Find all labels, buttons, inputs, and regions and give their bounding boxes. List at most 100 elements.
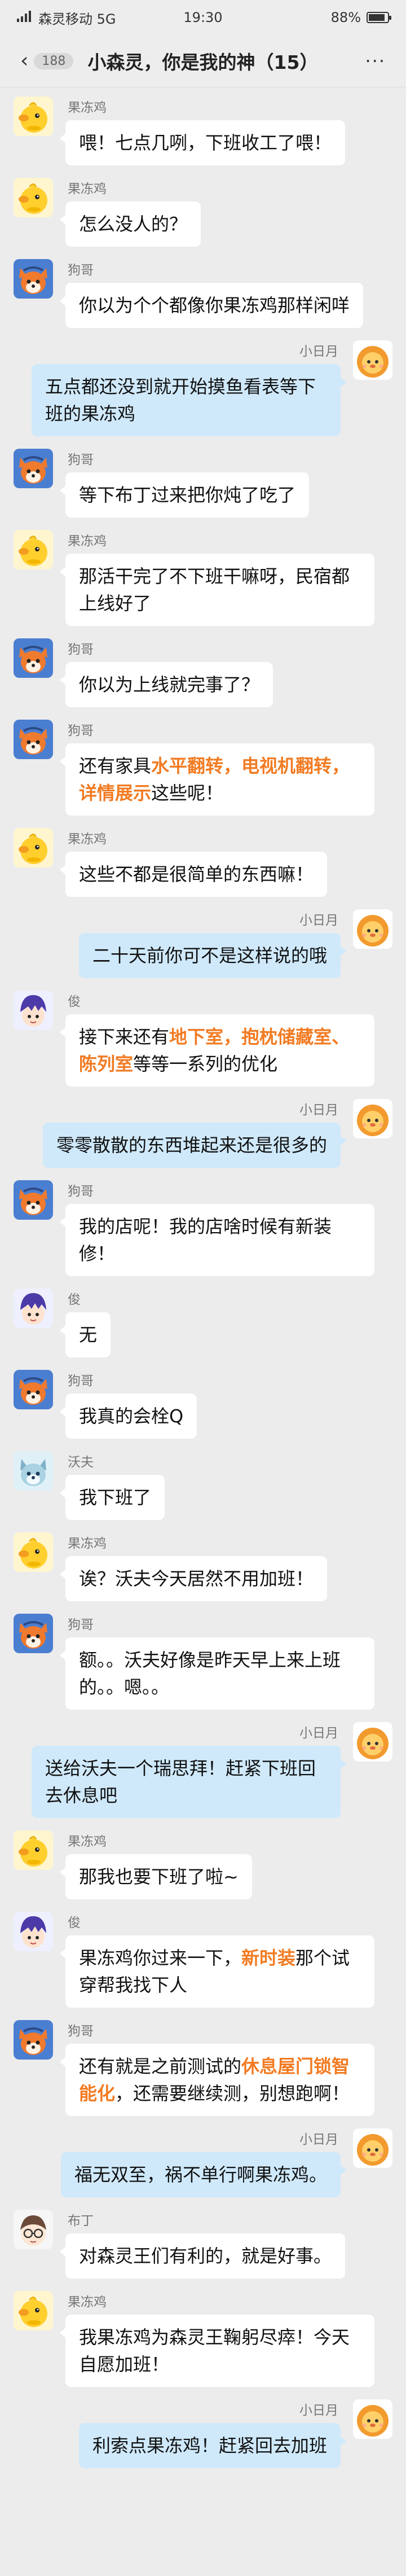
message-body: 果冻鸡怎么没人的？ bbox=[59, 178, 201, 247]
message-body: 沃夫我下班了 bbox=[59, 1451, 165, 1520]
purple-hair-avatar-icon[interactable] bbox=[14, 1912, 53, 1951]
message-row: 俊无 bbox=[0, 1289, 406, 1357]
message-bubble[interactable]: 这些不都是很简单的东西嘛！ bbox=[59, 852, 328, 897]
message-text: 我真的会栓Q bbox=[79, 1405, 184, 1427]
sender-name: 小日月 bbox=[299, 1103, 338, 1118]
sender-name: 狗哥 bbox=[68, 642, 94, 657]
fox-avatar-icon[interactable] bbox=[14, 1180, 53, 1220]
lion-cub-avatar-icon[interactable] bbox=[353, 2128, 392, 2168]
message-text: 怎么没人的？ bbox=[79, 213, 188, 235]
message-text: 福无双至，祸不单行啊果冻鸡。 bbox=[74, 2164, 327, 2185]
message-text: 那我也要下班了啦~ bbox=[79, 1866, 239, 1887]
message-bubble[interactable]: 无 bbox=[59, 1312, 111, 1357]
message-body: 小日月 五点都还没到就开始摸鱼看表等下班的果冻鸡 bbox=[32, 340, 346, 436]
message-bubble[interactable]: 喂！七点几咧，下班收工了喂！ bbox=[59, 120, 346, 165]
message-body: 果冻鸡 那我也要下班了啦~ bbox=[60, 1830, 252, 1899]
message-bubble[interactable]: 我的店呢！我的店啥时候有新装修！ bbox=[60, 1204, 374, 1276]
message-row: 果冻鸡喂！七点几咧，下班收工了喂！ bbox=[0, 97, 406, 165]
message-bubble[interactable]: 五点都还没到就开始摸鱼看表等下班的果冻鸡 bbox=[32, 364, 346, 436]
lion-cub-avatar-icon[interactable] bbox=[353, 340, 392, 380]
message-bubble[interactable]: 你以为上线就完事了？ bbox=[59, 662, 273, 707]
yellow-chick-avatar-icon[interactable] bbox=[14, 1830, 53, 1870]
sender-name: 沃夫 bbox=[68, 1455, 94, 1470]
more-menu-button[interactable]: ··· bbox=[365, 50, 386, 72]
sender-name: 果冻鸡 bbox=[68, 100, 107, 115]
yellow-chick-avatar-icon[interactable] bbox=[14, 828, 53, 868]
sender-name: 果冻鸡 bbox=[68, 1536, 107, 1551]
message-bubble[interactable]: 额。。沃夫好像是昨天早上来上班的。。嗯。。 bbox=[60, 1637, 374, 1710]
sender-name: 果冻鸡 bbox=[68, 182, 107, 196]
message-body: 俊接下来还有地下室，抱枕储藏室、陈列室等等一系列的优化 bbox=[60, 991, 374, 1087]
message-body: 狗哥额。。沃夫好像是昨天早上来上班的。。嗯。。 bbox=[60, 1614, 374, 1710]
fox-avatar-icon[interactable] bbox=[14, 720, 53, 759]
sender-name: 狗哥 bbox=[68, 1618, 94, 1632]
message-bubble[interactable]: 我下班了 bbox=[59, 1475, 165, 1520]
message-row: 狗哥 还有就是之前测试的休息屋门锁智能化，还需要继续测，别想跑啊！ bbox=[0, 2020, 406, 2116]
message-bubble[interactable]: 送给沃夫一个瑞思拜！赶紧下班回去休息吧 bbox=[32, 1746, 346, 1818]
yellow-chick-avatar-icon[interactable] bbox=[14, 97, 53, 136]
yellow-chick-avatar-icon[interactable] bbox=[14, 178, 53, 217]
lion-cub-avatar-icon[interactable] bbox=[353, 1722, 392, 1762]
sender-name: 果冻鸡 bbox=[68, 832, 107, 847]
message-text: 零零散散的东西堆起来还是很多的 bbox=[56, 1134, 327, 1156]
message-bubble[interactable]: 接下来还有地下室，抱枕储藏室、陈列室等等一系列的优化 bbox=[60, 1014, 374, 1087]
yellow-chick-avatar-icon[interactable] bbox=[14, 2291, 53, 2330]
message-bubble[interactable]: 果冻鸡你过来一下，新时装那个试穿帮我找下人 bbox=[60, 1935, 374, 2008]
fox-avatar-icon[interactable] bbox=[14, 259, 53, 299]
sender-name: 果冻鸡 bbox=[68, 2295, 107, 2310]
message-row: 狗哥额。。沃夫好像是昨天早上来上班的。。嗯。。 bbox=[0, 1614, 406, 1710]
message-body: 狗哥 还有家具水平翻转，电视机翻转，详情展示这些呢！ bbox=[60, 720, 374, 816]
message-text: ，还需要继续测，别想跑啊！ bbox=[115, 2083, 350, 2104]
purple-hair-avatar-icon[interactable] bbox=[14, 1289, 53, 1328]
wolf-avatar-icon[interactable] bbox=[14, 1451, 53, 1491]
message-bubble[interactable]: 那活干完了不下班干嘛呀，民宿都上线好了 bbox=[60, 554, 374, 626]
message-bubble[interactable]: 还有就是之前测试的休息屋门锁智能化，还需要继续测，别想跑啊！ bbox=[60, 2044, 374, 2116]
message-bubble[interactable]: 等下布丁过来把你炖了吃了 bbox=[59, 472, 310, 518]
message-row: 小日月零零散散的东西堆起来还是很多的 bbox=[0, 1099, 406, 1168]
purple-hair-avatar-icon[interactable] bbox=[14, 991, 53, 1030]
glasses-avatar-icon[interactable] bbox=[14, 2210, 53, 2249]
fox-avatar-icon[interactable] bbox=[14, 1370, 53, 1409]
message-bubble[interactable]: 那我也要下班了啦~ bbox=[60, 1854, 252, 1899]
message-row: 果冻鸡 那活干完了不下班干嘛呀，民宿都上线好了 bbox=[0, 530, 406, 626]
message-body: 小日月福无双至，祸不单行啊果冻鸡。 bbox=[60, 2128, 347, 2197]
message-bubble[interactable]: 怎么没人的？ bbox=[59, 201, 201, 247]
sender-name: 俊 bbox=[68, 1916, 81, 1930]
yellow-chick-avatar-icon[interactable] bbox=[14, 530, 53, 569]
yellow-chick-avatar-icon[interactable] bbox=[14, 1532, 53, 1572]
battery-icon bbox=[367, 12, 391, 23]
chat-header: ‹ 188 小森灵，你是我的神（15） ··· bbox=[0, 35, 406, 87]
message-bubble[interactable]: 零零散散的东西堆起来还是很多的 bbox=[42, 1123, 347, 1168]
sender-name: 狗哥 bbox=[68, 453, 94, 467]
message-bubble[interactable]: 诶？沃夫今天居然不用加班！ bbox=[59, 1556, 328, 1601]
lion-cub-avatar-icon[interactable] bbox=[353, 909, 392, 949]
message-row: 小日月 二十天前你可不是这样说的哦 bbox=[0, 909, 406, 978]
message-bubble[interactable]: 我真的会栓Q bbox=[59, 1394, 197, 1439]
message-list[interactable]: 果冻鸡 喂！七点几咧，下班收工了喂！ 果冻鸡 怎么没人的？ 狗哥 你以为个个都像你果冻鸡那… bbox=[0, 87, 406, 2468]
message-bubble[interactable]: 你以为个个都像你果冻鸡那样闲咩 bbox=[59, 283, 364, 328]
fox-avatar-icon[interactable] bbox=[14, 2020, 53, 2060]
message-body: 狗哥 我真的会栓Q bbox=[59, 1370, 197, 1439]
message-text: 我果冻鸡为森灵王鞠躬尽瘁！今天自愿加班！ bbox=[79, 2327, 350, 2375]
message-text: 你以为个个都像你果冻鸡那样闲咩 bbox=[79, 295, 350, 316]
message-text: 接下来还有 bbox=[79, 1026, 170, 1048]
message-bubble[interactable]: 还有家具水平翻转，电视机翻转，详情展示这些呢！ bbox=[60, 743, 374, 816]
fox-avatar-icon[interactable] bbox=[14, 449, 53, 488]
battery-percent: 88% bbox=[330, 10, 361, 25]
lion-cub-avatar-icon[interactable] bbox=[353, 1099, 392, 1138]
message-bubble[interactable]: 二十天前你可不是这样说的哦 bbox=[78, 933, 347, 978]
sender-name: 俊 bbox=[68, 1293, 81, 1307]
lion-cub-avatar-icon[interactable] bbox=[353, 2399, 392, 2439]
message-bubble[interactable]: 我果冻鸡为森灵王鞠躬尽瘁！今天自愿加班！ bbox=[60, 2315, 374, 2387]
message-row: 小日月 送给沃夫一个瑞思拜！赶紧下班回去休息吧 bbox=[0, 1722, 406, 1818]
message-bubble[interactable]: 对森灵王们有利的，就是好事。 bbox=[59, 2233, 346, 2279]
message-row: 小日月 利索点果冻鸡！赶紧回去加班 bbox=[0, 2399, 406, 2468]
sender-name: 小日月 bbox=[299, 2132, 338, 2147]
message-bubble[interactable]: 利索点果冻鸡！赶紧回去加班 bbox=[78, 2423, 347, 2468]
message-text: 等等一系列的优化 bbox=[133, 1053, 278, 1075]
fox-avatar-icon[interactable] bbox=[14, 638, 53, 678]
fox-avatar-icon[interactable] bbox=[14, 1614, 53, 1653]
back-button[interactable]: ‹ 188 bbox=[20, 51, 74, 71]
message-bubble[interactable]: 福无双至，祸不单行啊果冻鸡。 bbox=[60, 2152, 347, 2197]
message-text: 等下布丁过来把你炖了吃了 bbox=[79, 484, 296, 506]
